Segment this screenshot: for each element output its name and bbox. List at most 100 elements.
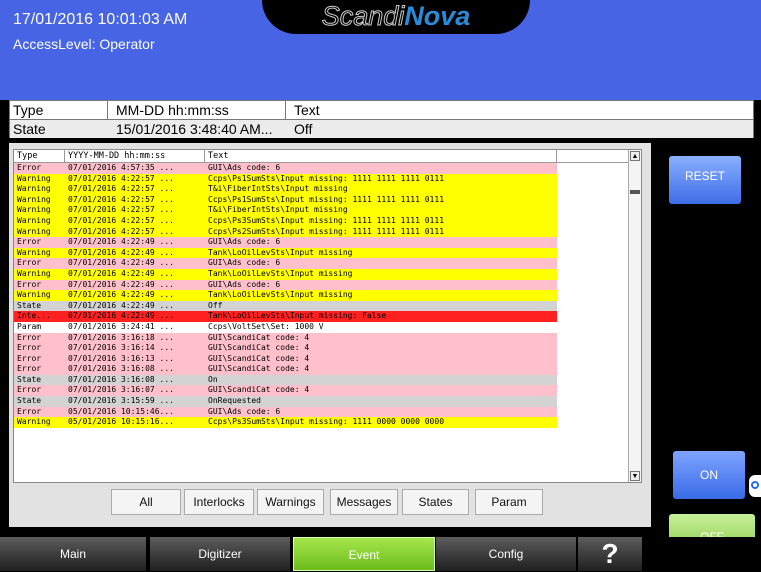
nav-filler	[644, 537, 761, 571]
log-row[interactable]: State 07/01/2016 3:16:08 ... On	[14, 374, 557, 386]
log-row[interactable]: Error 07/01/2016 4:57:35 ... GUI\Ads code:…	[14, 163, 557, 174]
circle-icon	[751, 481, 759, 489]
bottom-nav: Main Digitizer Event Config ?	[0, 537, 761, 571]
log-row[interactable]: Warning 07/01/2016 4:22:57 ... Ccps\Ps1Sum…	[14, 194, 557, 206]
log-cell-type: Error	[17, 279, 42, 289]
log-cell-type: Warning	[17, 184, 51, 194]
log-cell-time: 07/01/2016 3:15:59 ...	[68, 396, 174, 406]
log-cell-type: Warning	[17, 205, 51, 215]
log-cell-text: GUI\Ads code: 6	[208, 163, 281, 172]
log-cell-type: Warning	[17, 417, 51, 427]
on-button[interactable]: ON	[673, 451, 745, 499]
log-row[interactable]: State 07/01/2016 3:15:59 ... OnRequested	[14, 396, 557, 407]
log-cell-text: GUI\ScandiCat code: 4	[208, 343, 310, 353]
filter-all-button[interactable]: All	[111, 489, 181, 515]
help-icon[interactable]: ?	[578, 537, 642, 571]
log-header-text[interactable]: Text	[205, 150, 557, 162]
log-cell-type: Warning	[17, 215, 51, 225]
log-cell-time: 07/01/2016 4:22:57 ...	[68, 173, 174, 183]
log-cell-text: Ccps\Ps1SumSts\Input missing: 1111 1111 …	[208, 173, 445, 183]
log-row[interactable]: Error 07/01/2016 3:16:08 ... GUI\ScandiCat…	[14, 364, 557, 375]
summary-value-row: State 15/01/2016 3:48:40 AM... Off	[10, 120, 753, 138]
summary-col-text: Text	[294, 102, 320, 118]
log-cell-type: Param	[17, 321, 42, 331]
log-body: Error 07/01/2016 4:57:35 ... GUI\Ads code:…	[14, 163, 631, 428]
summary-col-type: Type	[10, 101, 108, 119]
log-cell-text: GUI\Ads code: 6	[208, 237, 281, 247]
log-header-row: Type YYYY-MM-DD hh:mm:ss Text	[14, 150, 631, 163]
scandinova-logo: ScandiNova	[262, 0, 530, 34]
log-row[interactable]: Error 07/01/2016 3:16:07 ... GUI\ScandiCat…	[14, 385, 557, 397]
log-cell-time: 07/01/2016 4:22:49 ...	[68, 268, 174, 278]
log-cell-time: 07/01/2016 3:24:41 ...	[68, 321, 174, 331]
log-cell-type: Error	[17, 237, 42, 247]
log-cell-time: 07/01/2016 4:22:57 ...	[68, 215, 174, 225]
log-cell-time: 07/01/2016 4:22:49 ...	[68, 279, 174, 289]
log-row[interactable]: Error 07/01/2016 3:16:14 ... GUI\ScandiCat…	[14, 343, 557, 354]
log-row[interactable]: Warning 07/01/2016 4:22:57 ... T&i\FiberIn…	[14, 205, 557, 216]
scroll-down-icon[interactable]: ▼	[630, 471, 640, 481]
tab-event[interactable]: Event	[293, 537, 435, 571]
log-cell-time: 07/01/2016 3:16:07 ...	[68, 385, 174, 395]
filter-messages-button[interactable]: Messages	[330, 489, 398, 515]
datetime-label: 17/01/2016 10:01:03 AM	[13, 11, 188, 28]
log-row[interactable]: Error 07/01/2016 4:22:49 ... GUI\Ads code:…	[14, 279, 557, 291]
log-cell-text: GUI\Ads code: 6	[208, 406, 281, 416]
log-row[interactable]: Error 07/01/2016 4:22:49 ... GUI\Ads code:…	[14, 258, 557, 269]
scroll-up-icon[interactable]: ▲	[630, 151, 640, 161]
log-row[interactable]: Warning 07/01/2016 4:22:57 ... Ccps\Ps2Sum…	[14, 226, 557, 238]
log-row[interactable]: Inte... 07/01/2016 4:22:49 ... Tank\LoOilL…	[14, 311, 557, 322]
scroll-thumb[interactable]	[630, 190, 640, 194]
log-cell-text: Ccps\Ps3SumSts\Input missing: 1111 1111 …	[208, 215, 445, 225]
log-cell-text: T&i\FiberIntSts\Input missing	[208, 205, 348, 215]
log-row[interactable]: State 07/01/2016 4:22:49 ... Off	[14, 300, 557, 312]
log-cell-text: OnRequested	[208, 396, 261, 406]
reset-button[interactable]: RESET	[669, 156, 741, 204]
log-row[interactable]: Warning 07/01/2016 4:22:57 ... Ccps\Ps3Sum…	[14, 215, 557, 227]
log-cell-type: State	[17, 300, 42, 310]
filter-interlocks-button[interactable]: Interlocks	[184, 489, 254, 515]
log-row[interactable]: Error 07/01/2016 4:22:49 ... GUI\Ads code:…	[14, 237, 557, 248]
log-row[interactable]: Error 07/01/2016 3:16:18 ... GUI\ScandiCat…	[14, 332, 557, 344]
log-cell-type: Error	[17, 364, 42, 374]
log-cell-time: 07/01/2016 3:16:18 ...	[68, 332, 174, 342]
log-header-type[interactable]: Type	[14, 150, 65, 162]
filter-param-button[interactable]: Param	[475, 489, 543, 515]
log-row[interactable]: Warning 07/01/2016 4:22:49 ... Tank\LoOilL…	[14, 290, 557, 301]
log-cell-time: 07/01/2016 4:22:57 ...	[68, 226, 174, 236]
log-scrollbar[interactable]: ▲ ▼	[628, 150, 641, 482]
log-header-time[interactable]: YYYY-MM-DD hh:mm:ss	[65, 150, 205, 162]
log-row[interactable]: Warning 07/01/2016 4:22:49 ... Tank\LoOilL…	[14, 247, 557, 259]
filter-warnings-button[interactable]: Warnings	[257, 489, 324, 515]
filter-states-button[interactable]: States	[402, 489, 469, 515]
log-row[interactable]: Warning 07/01/2016 4:22:57 ... Ccps\Ps1Sum…	[14, 173, 557, 185]
log-cell-text: Ccps\Ps3SumSts\Input missing: 1111 0000 …	[208, 417, 445, 427]
tab-main[interactable]: Main	[0, 537, 146, 571]
log-row[interactable]: Error 05/01/2016 10:15:46... GUI\Ads code:…	[14, 406, 557, 418]
log-cell-text: GUI\ScandiCat code: 4	[208, 385, 310, 395]
event-log-panel: Type YYYY-MM-DD hh:mm:ss Text Error 07/01…	[9, 143, 651, 527]
log-row[interactable]: Warning 07/01/2016 4:22:49 ... Tank\LoOilL…	[14, 268, 557, 280]
log-row[interactable]: Param 07/01/2016 3:24:41 ... Ccps\VoltSet\…	[14, 321, 557, 333]
log-cell-type: Error	[17, 258, 42, 268]
log-cell-type: Error	[17, 353, 42, 363]
side-tab-handle[interactable]	[749, 475, 761, 497]
logo-text: ScandiNova	[262, 1, 530, 32]
access-level-label: AccessLevel: Operator	[13, 36, 155, 52]
tab-config[interactable]: Config	[436, 537, 576, 571]
log-header-blank	[557, 150, 631, 162]
log-row[interactable]: Error 07/01/2016 3:16:13 ... GUI\ScandiCat…	[14, 353, 557, 365]
log-cell-text: Tank\LoOilLevSts\Input missing	[208, 290, 353, 300]
log-row[interactable]: Warning 05/01/2016 10:15:16... Ccps\Ps3Sum…	[14, 417, 557, 428]
log-cell-type: State	[17, 396, 42, 406]
summary-header-row: Type MM-DD hh:mm:ss Text	[10, 101, 753, 120]
last-event-summary: Type MM-DD hh:mm:ss Text State 15/01/201…	[9, 100, 754, 138]
event-log-table[interactable]: Type YYYY-MM-DD hh:mm:ss Text Error 07/01…	[13, 149, 642, 483]
log-row[interactable]: Warning 07/01/2016 4:22:57 ... T&i\FiberIn…	[14, 184, 557, 195]
log-cell-text: Tank\LoOilLevSts\Input missing: False	[208, 311, 387, 321]
summary-time-value: 15/01/2016 3:48:40 AM...	[116, 121, 273, 137]
log-cell-text: GUI\ScandiCat code: 4	[208, 353, 310, 363]
logo-text-part2: Nova	[404, 1, 471, 31]
log-cell-time: 07/01/2016 3:16:14 ...	[68, 343, 174, 353]
tab-digitizer[interactable]: Digitizer	[150, 537, 290, 571]
